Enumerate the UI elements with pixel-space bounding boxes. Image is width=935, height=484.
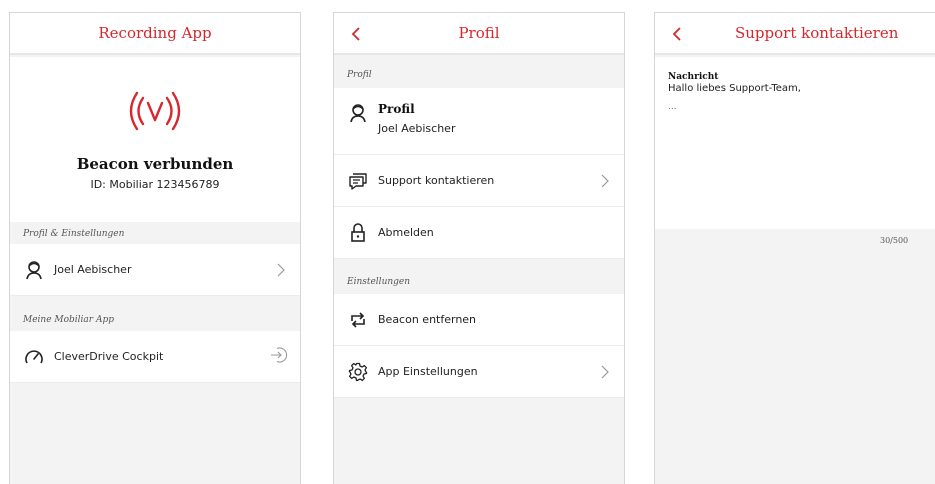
chevron-right-icon (600, 364, 610, 380)
cockpit-label: CleverDrive Cockpit (54, 350, 164, 363)
section-label-profile: Profil & Einstellungen (23, 229, 125, 239)
lock-icon (347, 222, 369, 244)
support-label: Support kontaktieren (378, 174, 495, 187)
logout-row[interactable]: Abmelden (334, 207, 624, 259)
header: Profil (334, 13, 624, 55)
header: Recording App (10, 13, 300, 55)
profile-name: Joel Aebischer (378, 122, 456, 135)
beacon-status-panel: Beacon verbunden ID: Mobiliar 123456789 (10, 57, 300, 222)
back-button[interactable] (667, 22, 687, 46)
logout-label: Abmelden (378, 226, 434, 239)
character-counter: 30/500 (880, 236, 909, 245)
profile-row[interactable]: Joel Aebischer (10, 244, 300, 296)
section-label-profile: Profil (347, 70, 372, 80)
recording-app-screen: Recording App Beacon verbunden ID: Mobil… (9, 12, 301, 484)
chevron-left-icon (351, 27, 360, 41)
beacon-connected-icon (10, 89, 300, 133)
app-settings-row[interactable]: App Einstellungen (334, 346, 624, 398)
gear-icon (347, 361, 369, 383)
swap-icon (347, 309, 369, 331)
page-title: Recording App (98, 24, 212, 42)
chevron-right-icon (600, 173, 610, 189)
user-icon (23, 259, 45, 281)
app-settings-label: App Einstellungen (378, 365, 478, 378)
message-text-line: ... (668, 102, 677, 112)
speedometer-icon (23, 346, 45, 368)
chat-icon (347, 170, 369, 192)
profile-name: Joel Aebischer (54, 263, 132, 276)
message-text-line: Hallo liebes Support-Team, (668, 83, 801, 94)
section-label-app: Meine Mobiliar App (23, 315, 114, 325)
profile-heading: Profil (378, 102, 415, 116)
message-field[interactable]: Nachricht Hallo liebes Support-Team, ... (655, 57, 935, 229)
chevron-left-icon (672, 27, 681, 41)
profile-screen: Profil Profil Profil Joel Aebischer Supp… (333, 12, 625, 484)
back-button[interactable] (346, 22, 366, 46)
support-contact-screen: Support kontaktieren Nachricht Hallo lie… (654, 12, 935, 484)
message-label: Nachricht (668, 72, 719, 82)
page-title: Profil (458, 24, 500, 42)
section-label-settings: Einstellungen (347, 277, 411, 287)
beacon-status-title: Beacon verbunden (76, 155, 234, 173)
chevron-right-icon (276, 262, 286, 278)
profile-card[interactable]: Profil Joel Aebischer (334, 88, 624, 155)
open-external-icon (270, 346, 288, 368)
page-title: Support kontaktieren (735, 24, 899, 42)
beacon-id: ID: Mobiliar 123456789 (90, 178, 220, 191)
user-icon (347, 102, 369, 124)
beacon-remove-label: Beacon entfernen (378, 313, 477, 326)
beacon-remove-row[interactable]: Beacon entfernen (334, 294, 624, 346)
support-contact-row[interactable]: Support kontaktieren (334, 155, 624, 207)
cleverdrive-cockpit-row[interactable]: CleverDrive Cockpit (10, 331, 300, 383)
header: Support kontaktieren (655, 13, 935, 55)
